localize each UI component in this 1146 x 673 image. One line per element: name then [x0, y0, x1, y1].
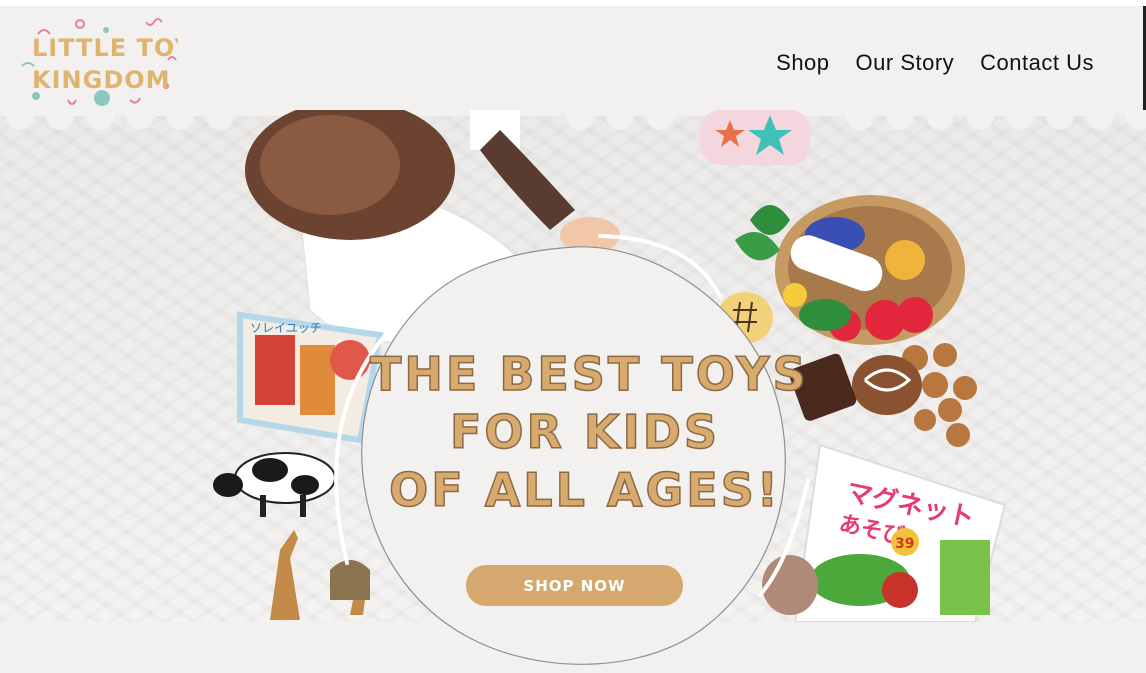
- nav-link-contact-us[interactable]: Contact Us: [980, 50, 1094, 76]
- logo-text-line1: LITTLE TOY: [32, 34, 178, 62]
- right-book-badge: 39: [895, 536, 914, 552]
- right-book: マグネット あそび 39: [793, 443, 1007, 622]
- hero-headline-line1: THE BEST TOYS: [369, 346, 809, 402]
- nav-link-shop[interactable]: Shop: [776, 50, 829, 76]
- cinnamon-roll: [852, 355, 922, 415]
- hero-headline-line3: OF ALL AGES!: [388, 462, 781, 518]
- nav-link-our-story[interactable]: Our Story: [856, 50, 955, 76]
- shop-now-button[interactable]: SHOP NOW: [466, 565, 683, 606]
- logo-graphic: LITTLE TOY KINGDOM: [21, 18, 192, 106]
- scalloped-edge: [0, 110, 1146, 130]
- left-book-title: ソレイユッチ: [250, 321, 322, 335]
- hero-headline: THE BEST TOYS FOR KIDS OF ALL AGES!: [369, 345, 809, 519]
- logo-text-line2: KINGDOM: [32, 66, 171, 94]
- toy-animals: [213, 452, 370, 620]
- brand-logo[interactable]: LITTLE TOY KINGDOM: [18, 16, 192, 114]
- hero-headline-line2: FOR KIDS: [449, 404, 721, 460]
- star-box: [700, 110, 810, 165]
- site-header: LITTLE TOY KINGDOM Shop Our Story Contac…: [0, 6, 1146, 110]
- main-nav: Shop Our Story Contact Us: [750, 50, 1094, 76]
